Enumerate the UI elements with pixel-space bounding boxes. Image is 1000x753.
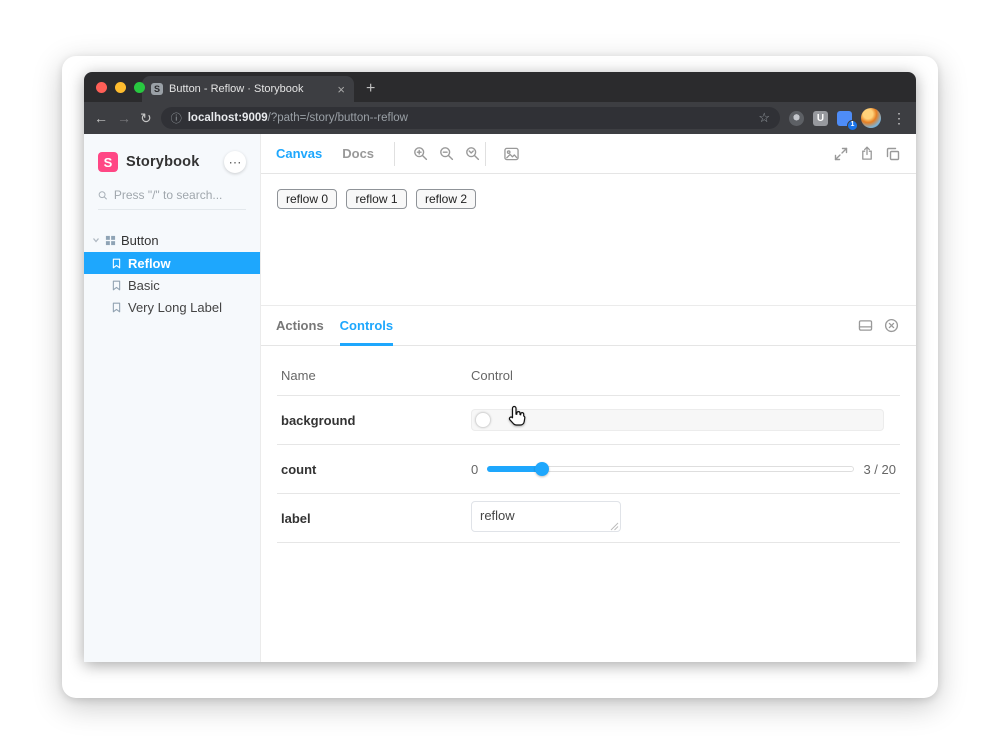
label-text-control: reflow (471, 501, 621, 535)
sidebar-story-very-long-label[interactable]: Very Long Label (84, 296, 260, 318)
story-label: Very Long Label (128, 300, 222, 315)
browser-tab-strip: S Button - Reflow · Storybook × + (84, 72, 916, 102)
bookmark-star-icon[interactable]: ☆ (758, 110, 770, 126)
sidebar: S Storybook ⋯ Button Reflo (84, 134, 260, 662)
zoom-in-button[interactable] (407, 141, 433, 167)
name-column-header: Name (281, 368, 471, 383)
story-button-reflow-2[interactable]: reflow 2 (416, 189, 476, 209)
count-range-control[interactable]: 0 3 / 20 (471, 462, 896, 477)
tab-canvas[interactable]: Canvas (276, 134, 322, 174)
component-label: Button (121, 233, 159, 248)
screencast-frame: S Button - Reflow · Storybook × + ← → ↻ … (62, 56, 938, 698)
addons-panel-tabs: Actions Controls (261, 306, 916, 346)
table-row-label: label reflow (277, 494, 900, 543)
sidebar-component-button[interactable]: Button (84, 228, 260, 252)
preview-toolbar: Canvas Docs (261, 134, 916, 174)
sidebar-story-basic[interactable]: Basic (84, 274, 260, 296)
tab-controls[interactable]: Controls (340, 306, 393, 346)
tab-title: Button - Reflow · Storybook (169, 83, 331, 95)
url-host: localhost:9009 (188, 112, 268, 124)
open-in-new-tab-icon[interactable] (854, 141, 880, 167)
sidebar-story-reflow[interactable]: Reflow (84, 252, 260, 274)
arg-name: count (281, 462, 471, 477)
sidebar-menu-button[interactable]: ⋯ (224, 151, 246, 173)
extension-icon-u[interactable]: U (813, 111, 828, 126)
forward-button[interactable]: → (117, 111, 131, 125)
tab-actions[interactable]: Actions (276, 306, 324, 346)
count-slider[interactable] (487, 462, 854, 476)
story-label: Reflow (128, 256, 171, 271)
range-min-label: 0 (471, 462, 478, 477)
extension-icon-blue[interactable]: 1 (837, 111, 852, 126)
sidebar-header: S Storybook ⋯ (84, 150, 260, 174)
traffic-light-zoom[interactable] (134, 82, 145, 93)
story-canvas: reflow 0 reflow 1 reflow 2 (261, 174, 916, 305)
toolbar-divider (394, 142, 395, 166)
story-label: Basic (128, 278, 160, 293)
url-text: localhost:9009/?path=/story/button--refl… (188, 112, 753, 124)
traffic-lights (96, 82, 145, 93)
extension-icon-1[interactable] (789, 111, 804, 126)
control-column-header: Control (471, 368, 896, 383)
bookmark-icon (112, 302, 121, 313)
arg-name: label (281, 511, 471, 526)
browser-tab[interactable]: S Button - Reflow · Storybook × (142, 76, 354, 102)
controls-table: Name Control background count (277, 354, 900, 543)
mouse-cursor-pointer (506, 405, 526, 427)
profile-avatar[interactable] (861, 108, 881, 128)
search-input[interactable] (114, 188, 246, 202)
zoom-reset-button[interactable] (459, 141, 485, 167)
color-swatch[interactable] (475, 412, 491, 428)
toolbar-divider (485, 142, 486, 166)
component-grid-icon (105, 235, 116, 246)
reload-button[interactable]: ↻ (140, 111, 152, 125)
count-slider-fill (487, 466, 542, 472)
controls-table-header: Name Control (277, 354, 900, 396)
bookmark-icon (112, 258, 121, 269)
story-button-reflow-0[interactable]: reflow 0 (277, 189, 337, 209)
sidebar-tree: Button Reflow Basic Very Long Label (84, 228, 260, 318)
background-color-control[interactable] (471, 409, 884, 431)
tab-docs[interactable]: Docs (342, 134, 374, 174)
new-tab-button[interactable]: + (366, 80, 375, 98)
url-path: /?path=/story/button--reflow (268, 112, 408, 124)
table-row-background: background (277, 396, 900, 445)
close-panel-icon[interactable] (878, 313, 904, 339)
fullscreen-expand-icon[interactable] (828, 141, 854, 167)
search-icon (98, 190, 108, 201)
address-bar[interactable]: ⓘ localhost:9009/?path=/story/button--re… (161, 107, 780, 129)
chevron-down-icon (92, 236, 100, 244)
zoom-out-button[interactable] (433, 141, 459, 167)
main-area: Canvas Docs reflow 0 reflow 1 (260, 134, 916, 662)
traffic-light-close[interactable] (96, 82, 107, 93)
extension-badge: 1 (847, 120, 858, 131)
label-textarea[interactable]: reflow (471, 501, 621, 532)
storybook-app: S Storybook ⋯ Button Reflo (84, 134, 916, 662)
browser-toolbar: ← → ↻ ⓘ localhost:9009/?path=/story/butt… (84, 102, 916, 134)
arg-name: background (281, 413, 471, 428)
table-row-count: count 0 3 / 20 (277, 445, 900, 494)
count-slider-thumb[interactable] (535, 462, 549, 476)
back-button[interactable]: ← (94, 111, 108, 125)
range-value-label: 3 / 20 (863, 462, 896, 477)
browser-menu-icon[interactable]: ⋮ (892, 110, 906, 127)
copy-link-icon[interactable] (880, 141, 906, 167)
bookmark-icon (112, 280, 121, 291)
site-info-icon[interactable]: ⓘ (171, 110, 182, 126)
resize-grip-icon[interactable] (610, 522, 619, 531)
traffic-light-minimize[interactable] (115, 82, 126, 93)
tab-close-icon[interactable]: × (337, 82, 345, 97)
storybook-logo-text[interactable]: Storybook (126, 154, 200, 170)
tab-favicon-icon: S (151, 83, 163, 95)
story-button-reflow-1[interactable]: reflow 1 (346, 189, 406, 209)
addons-panel: Actions Controls Name Control background (261, 305, 916, 662)
extensions-area: U 1 ⋮ (789, 108, 906, 128)
sidebar-search[interactable] (98, 188, 246, 210)
background-toggle-icon[interactable] (498, 141, 524, 167)
panel-position-icon[interactable] (852, 313, 878, 339)
browser-window: S Button - Reflow · Storybook × + ← → ↻ … (84, 72, 916, 662)
storybook-logo-icon[interactable]: S (98, 152, 118, 172)
